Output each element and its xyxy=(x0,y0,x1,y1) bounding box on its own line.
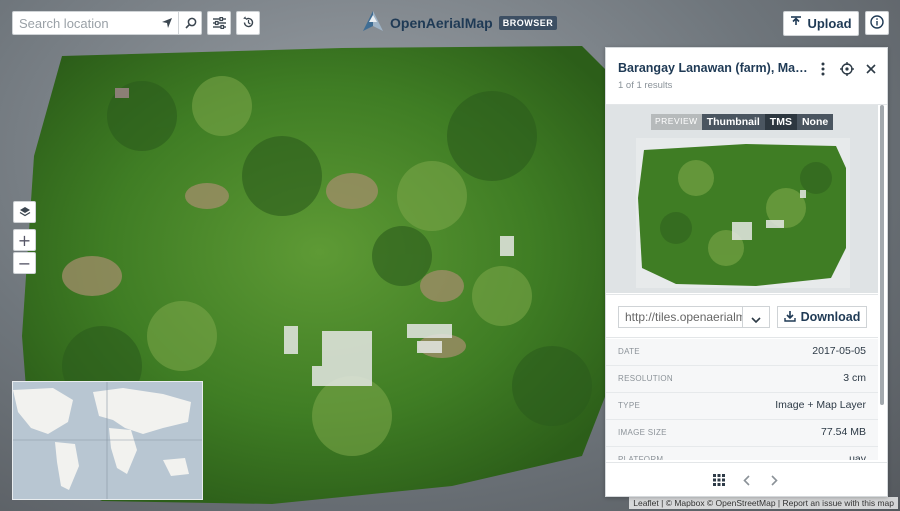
metadata-key: PLATFORM xyxy=(618,455,664,460)
locate-arrow-icon[interactable] xyxy=(155,12,179,34)
tms-dropdown-button[interactable] xyxy=(742,306,770,328)
crosshair-icon[interactable] xyxy=(839,61,855,77)
metadata-row: DATE 2017-05-05 xyxy=(606,339,878,366)
preview-area: PREVIEW Thumbnail TMS None xyxy=(606,105,878,293)
panel-scrollbar[interactable] xyxy=(880,105,884,405)
metadata-value: 77.54 MB xyxy=(821,426,866,438)
metadata-key: TYPE xyxy=(618,401,641,410)
search-icon[interactable] xyxy=(178,12,203,34)
chevron-down-icon xyxy=(751,308,761,327)
grid-icon[interactable] xyxy=(712,473,726,487)
history-icon xyxy=(242,14,255,33)
tms-row: http://tiles.openaerialmap.org Download xyxy=(606,294,878,338)
brand-name: OpenAerialMap xyxy=(390,15,493,31)
more-vertical-icon[interactable] xyxy=(815,61,831,77)
metadata-row: IMAGE SIZE 77.54 MB xyxy=(606,420,878,447)
layers-button[interactable] xyxy=(13,201,36,223)
upload-icon xyxy=(790,16,802,31)
minus-icon: − xyxy=(17,253,32,273)
filters-button[interactable] xyxy=(207,11,231,35)
info-icon xyxy=(870,14,884,33)
layers-icon xyxy=(19,203,31,222)
download-button[interactable]: Download xyxy=(777,306,867,328)
metadata-value: uav xyxy=(849,453,866,460)
search-box[interactable] xyxy=(12,11,202,35)
download-icon xyxy=(783,310,796,325)
metadata-row: TYPE Image + Map Layer xyxy=(606,393,878,420)
scene-details-panel: Barangay Lanawan (farm), Mac... 1 of 1 r… xyxy=(605,47,888,497)
metadata-value: Image + Map Layer xyxy=(775,399,866,411)
logo-icon xyxy=(362,10,384,36)
map-attribution[interactable]: Leaflet | © Mapbox © OpenStreetMap | Rep… xyxy=(629,497,898,509)
chevron-right-icon[interactable] xyxy=(768,473,782,487)
panel-title: Barangay Lanawan (farm), Mac... xyxy=(618,61,808,75)
panel-header: Barangay Lanawan (farm), Mac... 1 of 1 r… xyxy=(606,48,887,105)
zoom-out-button[interactable]: − xyxy=(13,252,36,274)
metadata-row: PLATFORM uav xyxy=(606,447,878,460)
results-count: 1 of 1 results xyxy=(618,80,673,91)
metadata-key: IMAGE SIZE xyxy=(618,428,667,437)
panel-footer xyxy=(606,462,887,497)
search-input[interactable] xyxy=(13,12,169,34)
preview-tabs: PREVIEW Thumbnail TMS None xyxy=(651,114,834,130)
metadata-row: RESOLUTION 3 cm xyxy=(606,366,878,393)
upload-label: Upload xyxy=(807,16,852,31)
chevron-left-icon[interactable] xyxy=(740,473,754,487)
brand[interactable]: OpenAerialMap BROWSER xyxy=(362,10,558,36)
info-button[interactable] xyxy=(865,11,889,35)
metadata-value: 3 cm xyxy=(843,372,866,384)
scene-thumbnail xyxy=(636,138,850,288)
sliders-icon xyxy=(212,14,226,33)
metadata-value: 2017-05-05 xyxy=(812,345,866,357)
tms-url-field[interactable]: http://tiles.openaerialmap.org xyxy=(618,306,742,328)
scrollbar-thumb[interactable] xyxy=(880,105,884,405)
tab-thumbnail[interactable]: Thumbnail xyxy=(701,114,765,130)
metadata-key: DATE xyxy=(618,347,640,356)
preview-label: PREVIEW xyxy=(651,114,702,130)
zoom-in-button[interactable]: + xyxy=(13,229,36,251)
brand-badge: BROWSER xyxy=(498,16,558,30)
download-label: Download xyxy=(800,310,861,324)
history-button[interactable] xyxy=(236,11,260,35)
minimap[interactable] xyxy=(12,381,203,500)
tab-none[interactable]: None xyxy=(796,114,834,130)
tab-tms[interactable]: TMS xyxy=(764,114,797,130)
plus-icon: + xyxy=(17,230,32,250)
world-map xyxy=(13,382,202,499)
metadata-list: DATE 2017-05-05 RESOLUTION 3 cm TYPE Ima… xyxy=(606,339,878,460)
metadata-key: RESOLUTION xyxy=(618,374,674,383)
upload-button[interactable]: Upload xyxy=(783,11,859,36)
close-icon[interactable] xyxy=(863,61,879,77)
